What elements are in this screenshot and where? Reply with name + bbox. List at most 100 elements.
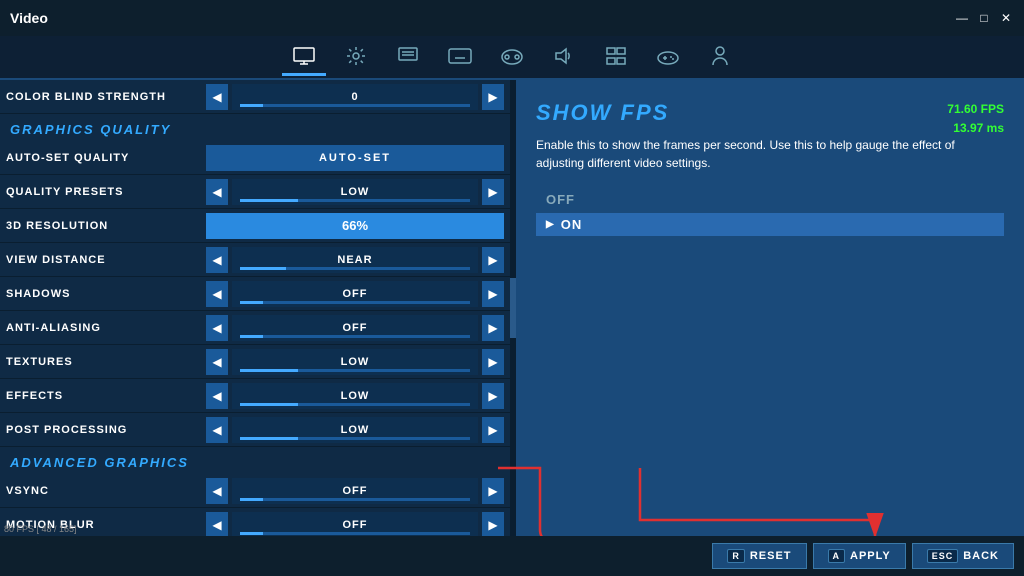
left-panel: COLOR BLIND STRENGTH ◀ 0 ▶ GRAPHICS QUAL… xyxy=(0,80,510,576)
shadows-row: SHADOWS ◀ OFF ▶ xyxy=(0,277,510,311)
color-blind-label: COLOR BLIND STRENGTH xyxy=(6,91,206,103)
textures-value: LOW xyxy=(232,349,478,375)
close-button[interactable]: ✕ xyxy=(998,11,1014,25)
back-key: ESC xyxy=(927,549,959,563)
post-processing-left-arrow[interactable]: ◀ xyxy=(206,417,228,443)
back-label: BACK xyxy=(963,550,999,562)
quality-presets-value: LOW xyxy=(232,179,478,205)
textures-right-arrow[interactable]: ▶ xyxy=(482,349,504,375)
reset-key: R xyxy=(727,549,745,563)
nav-gear[interactable] xyxy=(334,38,378,76)
textures-row: TEXTURES ◀ LOW ▶ xyxy=(0,345,510,379)
shadows-label: SHADOWS xyxy=(6,288,206,300)
fps-display: 71.60 FPS 13.97 ms xyxy=(947,100,1004,138)
nav-gamepad-left[interactable] xyxy=(490,38,534,76)
post-processing-row: POST PROCESSING ◀ LOW ▶ xyxy=(0,413,510,447)
effects-control: ◀ LOW ▶ xyxy=(206,383,504,409)
anti-aliasing-left-arrow[interactable]: ◀ xyxy=(206,315,228,341)
auto-set-label: AUTO-SET QUALITY xyxy=(6,152,206,164)
advanced-graphics-header: ADVANCED GRAPHICS xyxy=(0,447,510,474)
title-bar: Video — □ ✕ xyxy=(0,0,1024,36)
view-distance-row: VIEW DISTANCE ◀ NEAR ▶ xyxy=(0,243,510,277)
shadows-left-arrow[interactable]: ◀ xyxy=(206,281,228,307)
vsync-right-arrow[interactable]: ▶ xyxy=(482,478,504,504)
apply-button[interactable]: A APPLY xyxy=(813,543,906,569)
quality-presets-label: quality PRESETS xyxy=(6,186,206,198)
anti-aliasing-value: OFF xyxy=(232,315,478,341)
motion-blur-right-arrow[interactable]: ▶ xyxy=(482,512,504,538)
bottom-bar: R RESET A APPLY ESC BACK xyxy=(0,536,1024,576)
window-title: Video xyxy=(10,10,48,26)
quality-presets-control: ◀ LOW ▶ xyxy=(206,179,504,205)
shadows-value: OFF xyxy=(232,281,478,307)
color-blind-strength-row: COLOR BLIND STRENGTH ◀ 0 ▶ xyxy=(0,80,510,114)
color-blind-left-arrow[interactable]: ◀ xyxy=(206,84,228,110)
post-processing-right-arrow[interactable]: ▶ xyxy=(482,417,504,443)
nav-display-menu[interactable] xyxy=(386,38,430,76)
apply-key: A xyxy=(828,549,846,563)
color-blind-control: ◀ 0 ▶ xyxy=(206,84,504,110)
anti-aliasing-row: ANTI-ALIASING ◀ OFF ▶ xyxy=(0,311,510,345)
post-processing-control: ◀ LOW ▶ xyxy=(206,417,504,443)
reset-button[interactable]: R RESET xyxy=(712,543,806,569)
motion-blur-control: ◀ OFF ▶ xyxy=(206,512,504,538)
view-distance-value: NEAR xyxy=(232,247,478,273)
nav-bar xyxy=(0,36,1024,80)
main-area: COLOR BLIND STRENGTH ◀ 0 ▶ GRAPHICS QUAL… xyxy=(0,80,1024,576)
view-distance-left-arrow[interactable]: ◀ xyxy=(206,247,228,273)
auto-set-quality-row: AUTO-SET QUALITY AUTO-SET xyxy=(0,141,510,175)
shadows-right-arrow[interactable]: ▶ xyxy=(482,281,504,307)
anti-aliasing-label: ANTI-ALIASING xyxy=(6,322,206,334)
effects-row: EFFECTS ◀ LOW ▶ xyxy=(0,379,510,413)
auto-set-control: AUTO-SET xyxy=(206,145,504,171)
graphics-quality-header: GRAPHICS QUALITY xyxy=(0,114,510,141)
auto-set-button[interactable]: AUTO-SET xyxy=(206,145,504,171)
color-blind-right-arrow[interactable]: ▶ xyxy=(482,84,504,110)
resolution-3d-label: 3D RESOLUTION xyxy=(6,220,206,232)
vsync-left-arrow[interactable]: ◀ xyxy=(206,478,228,504)
anti-aliasing-control: ◀ OFF ▶ xyxy=(206,315,504,341)
effects-left-arrow[interactable]: ◀ xyxy=(206,383,228,409)
vsync-value: OFF xyxy=(232,478,478,504)
debug-text: 80 FPS [ 48 / 165] xyxy=(4,524,77,534)
maximize-button[interactable]: □ xyxy=(976,11,992,25)
post-processing-label: POST PROCESSING xyxy=(6,424,206,436)
option-off[interactable]: OFF xyxy=(536,188,1004,211)
vsync-control: ◀ OFF ▶ xyxy=(206,478,504,504)
minimize-button[interactable]: — xyxy=(954,11,970,25)
motion-blur-left-arrow[interactable]: ◀ xyxy=(206,512,228,538)
nav-network[interactable] xyxy=(594,38,638,76)
anti-aliasing-right-arrow[interactable]: ▶ xyxy=(482,315,504,341)
view-distance-label: VIEW DISTANCE xyxy=(6,254,206,266)
shadows-control: ◀ OFF ▶ xyxy=(206,281,504,307)
nav-monitor[interactable] xyxy=(282,38,326,76)
detail-description: Enable this to show the frames per secon… xyxy=(536,136,1004,172)
vsync-label: VSYNC xyxy=(6,485,206,497)
resolution-3d-value[interactable]: 66% xyxy=(206,213,504,239)
nav-keyboard[interactable] xyxy=(438,38,482,76)
option-list: OFF ON xyxy=(536,188,1004,236)
title-bar-left: Video xyxy=(10,10,48,26)
nav-controller[interactable] xyxy=(646,38,690,76)
view-distance-right-arrow[interactable]: ▶ xyxy=(482,247,504,273)
window-controls[interactable]: — □ ✕ xyxy=(954,11,1014,25)
post-processing-value: LOW xyxy=(232,417,478,443)
effects-right-arrow[interactable]: ▶ xyxy=(482,383,504,409)
back-button[interactable]: ESC BACK xyxy=(912,543,1014,569)
effects-value: LOW xyxy=(232,383,478,409)
view-distance-control: ◀ NEAR ▶ xyxy=(206,247,504,273)
reset-label: RESET xyxy=(750,550,792,562)
motion-blur-value: OFF xyxy=(232,512,478,538)
textures-left-arrow[interactable]: ◀ xyxy=(206,349,228,375)
nav-person[interactable] xyxy=(698,38,742,76)
quality-presets-left-arrow[interactable]: ◀ xyxy=(206,179,228,205)
quality-presets-right-arrow[interactable]: ▶ xyxy=(482,179,504,205)
resolution-3d-row: 3D RESOLUTION 66% xyxy=(0,209,510,243)
option-on[interactable]: ON xyxy=(536,213,1004,236)
effects-label: EFFECTS xyxy=(6,390,206,402)
right-panel: SHOW FPS Enable this to show the frames … xyxy=(516,80,1024,576)
nav-speaker[interactable] xyxy=(542,38,586,76)
textures-control: ◀ LOW ▶ xyxy=(206,349,504,375)
color-blind-value: 0 xyxy=(232,84,478,110)
vsync-row: VSYNC ◀ OFF ▶ xyxy=(0,474,510,508)
